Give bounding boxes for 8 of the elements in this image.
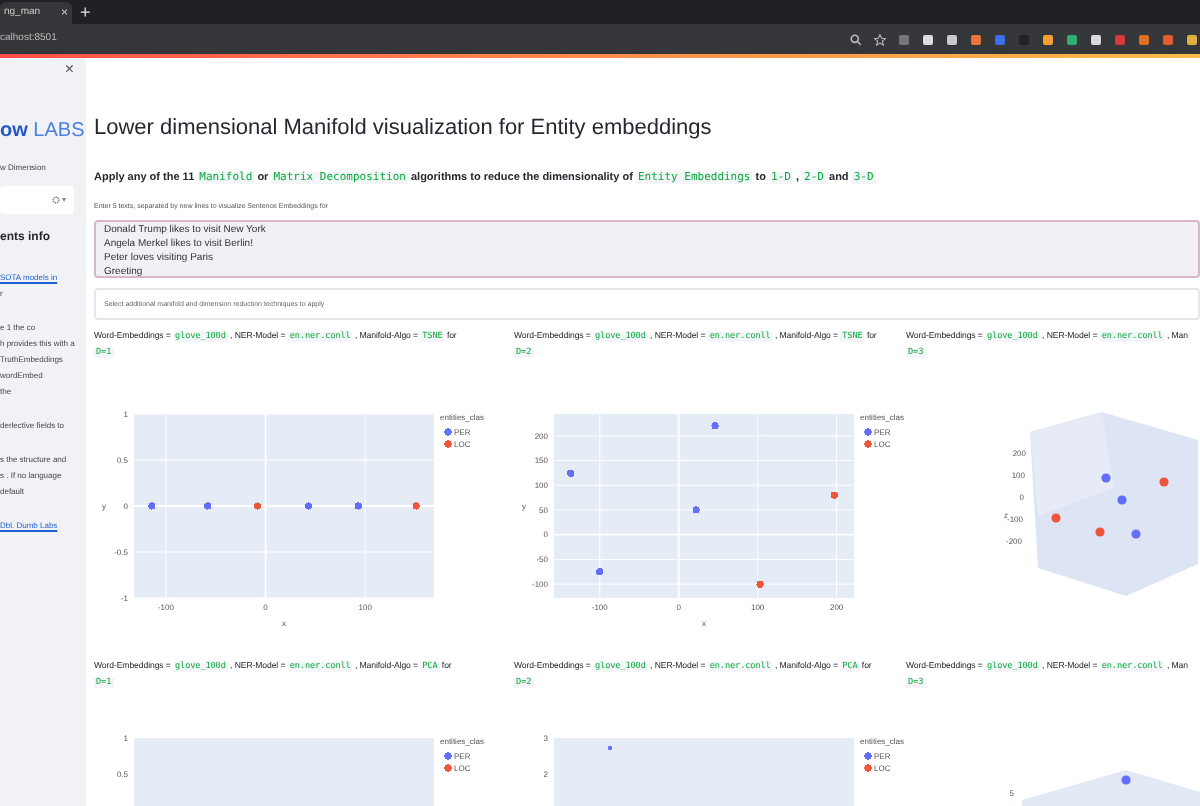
search-icon[interactable] <box>850 33 862 45</box>
new-tab-button[interactable]: + <box>80 4 91 22</box>
data-point <box>607 744 613 750</box>
close-icon[interactable]: × <box>64 62 74 78</box>
star-icon[interactable] <box>874 33 886 45</box>
page-title: Lower dimensional Manifold visualization for Entity embeddings <box>94 118 714 140</box>
gear-icon <box>52 196 60 204</box>
logo-text: ow LABS <box>0 122 86 142</box>
